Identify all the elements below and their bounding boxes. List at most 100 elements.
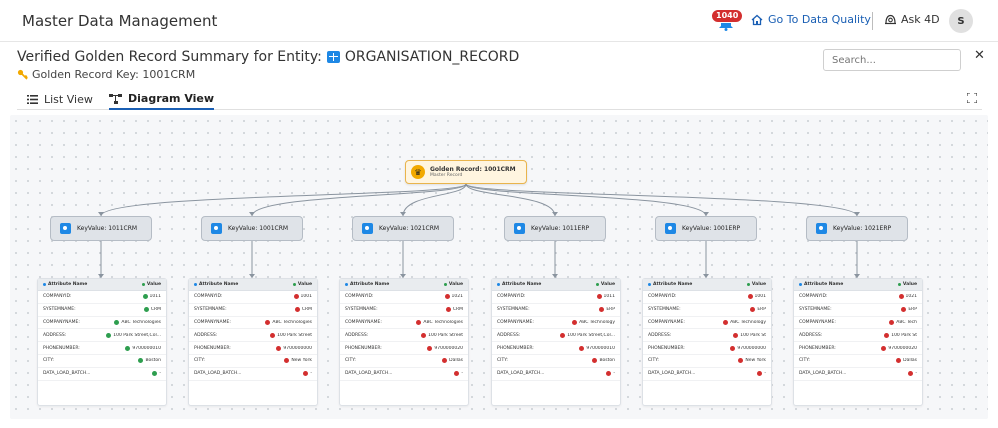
keyvalue-label: KeyValue: 1001CRM <box>228 225 289 232</box>
attribute-value-text: CRM <box>150 307 161 313</box>
search-input[interactable] <box>823 49 961 71</box>
attribute-value-text: - <box>310 371 312 377</box>
mismatch-icon <box>560 332 566 338</box>
value-header: Value <box>141 282 161 287</box>
go-to-data-quality-link[interactable]: Go To Data Quality <box>751 13 871 26</box>
mismatch-icon <box>293 294 299 300</box>
attribute-name: COMPANYID: <box>799 294 828 300</box>
attribute-value-text: - <box>764 371 766 377</box>
ask-4d-button[interactable]: Ask 4D <box>884 13 940 26</box>
header-dot <box>897 283 901 286</box>
attribute-header-label: Attribute Name <box>199 282 239 287</box>
keyvalue-node[interactable]: KeyValue: 1001ERP <box>655 216 757 241</box>
attribute-value-text: 1011 <box>149 294 161 300</box>
table-row: COMPANYID: 1001 <box>643 291 771 304</box>
attribute-table: Attribute Name Value COMPANYID: 1021 SYSTEMN… <box>793 278 923 406</box>
close-icon[interactable]: ✕ <box>974 48 985 63</box>
attribute-name: COMPANYNAME: <box>497 319 534 325</box>
mismatch-icon <box>889 319 895 325</box>
attribute-header-label: Attribute Name <box>48 282 88 287</box>
attribute-header: Attribute Name <box>799 282 843 287</box>
value-header: Value <box>595 282 615 287</box>
value-header-label: Value <box>146 282 161 287</box>
table-row: ADDRESS: 100 Park St <box>643 329 771 343</box>
table-row: COMPANYID: 1021 <box>340 291 468 304</box>
keyvalue-node[interactable]: KeyValue: 1001CRM <box>201 216 303 241</box>
table-row: DATA_LOAD_BATCH... - <box>643 368 771 381</box>
keyvalue-node[interactable]: KeyValue: 1011ERP <box>504 216 606 241</box>
attribute-value: Boston <box>138 358 161 364</box>
keyvalue-node[interactable]: KeyValue: 1021CRM <box>352 216 454 241</box>
attribute-header: Attribute Name <box>497 282 541 287</box>
assistant-icon <box>885 14 896 24</box>
notification-button[interactable]: 1040 <box>711 9 744 33</box>
attribute-value-text: ABC Technologies <box>272 319 312 325</box>
attribute-value: 1021 <box>444 294 463 300</box>
table-row: PHONENUMBER: 9700000010 <box>492 342 620 355</box>
attribute-name: CITY: <box>345 358 356 364</box>
attribute-name: PHONENUMBER: <box>194 345 231 351</box>
attribute-value-text: 100 Park St <box>740 332 766 338</box>
attribute-value: ERP <box>599 307 615 313</box>
mismatch-icon <box>896 358 902 364</box>
mismatch-icon <box>270 332 276 338</box>
attribute-name: SYSTEMNAME: <box>648 307 681 313</box>
header-dot <box>292 283 296 286</box>
attribute-name: SYSTEMNAME: <box>497 307 530 313</box>
table-header: Attribute Name Value <box>340 279 468 291</box>
attribute-value-text: New York <box>291 358 312 364</box>
table-row: SYSTEMNAME: ERP <box>794 304 922 317</box>
attribute-value: 9700000020 <box>427 345 463 351</box>
keyvalue-node[interactable]: KeyValue: 1021ERP <box>806 216 908 241</box>
table-row: PHONENUMBER: 9700000000 <box>189 342 317 355</box>
table-header: Attribute Name Value <box>189 279 317 291</box>
golden-record-subtitle: Master Record <box>430 172 463 178</box>
value-header: Value <box>746 282 766 287</box>
table-row: COMPANYNAME: ABC Technology <box>492 317 620 330</box>
attribute-name: ADDRESS: <box>799 332 823 338</box>
fullscreen-icon[interactable] <box>967 93 977 103</box>
table-row: COMPANYNAME: ABC Tech <box>794 317 922 330</box>
attribute-name: DATA_LOAD_BATCH... <box>799 371 847 377</box>
attribute-name: COMPANYNAME: <box>43 319 80 325</box>
table-row: COMPANYID: 1001 <box>189 291 317 304</box>
attribute-value: 1011 <box>596 294 615 300</box>
attribute-value: 100 Park St <box>884 332 917 338</box>
diagram-canvas[interactable]: ♛ Golden Record: 1001CRM Master Record K… <box>10 115 988 419</box>
attribute-value-text: ERP <box>908 307 917 313</box>
mismatch-icon <box>747 294 753 300</box>
attribute-value-text: Boston <box>145 358 161 364</box>
keyvalue-label: KeyValue: 1021CRM <box>379 225 440 232</box>
attribute-value-text: - <box>613 371 615 377</box>
keyvalue-icon <box>211 223 222 234</box>
tab-list-view[interactable]: List View <box>27 89 93 110</box>
value-header-label: Value <box>751 282 766 287</box>
attribute-value: 100 Park St <box>733 332 766 338</box>
table-row: SYSTEMNAME: ERP <box>492 304 620 317</box>
tab-diagram-view[interactable]: Diagram View <box>109 89 215 110</box>
table-row: CITY: Dallas <box>340 355 468 368</box>
table-row: COMPANYNAME: ABC Technologies <box>340 317 468 330</box>
attribute-value-text: 100 Park Street <box>277 332 312 338</box>
attribute-value: ABC Technology <box>723 319 766 325</box>
mismatch-icon <box>606 371 612 377</box>
home-icon <box>751 14 763 25</box>
mismatch-icon <box>284 358 290 364</box>
mismatch-icon <box>416 319 422 325</box>
attribute-value: ABC Tech <box>889 319 917 325</box>
attribute-name: DATA_LOAD_BATCH... <box>345 371 393 377</box>
table-row: SYSTEMNAME: CRM <box>340 304 468 317</box>
user-avatar[interactable]: S <box>949 9 973 33</box>
keyvalue-node[interactable]: KeyValue: 1011CRM <box>50 216 152 241</box>
top-bar: Master Data Management 1040 Go To Data Q… <box>0 0 998 42</box>
match-icon <box>125 345 131 351</box>
attribute-name: PHONENUMBER: <box>799 345 836 351</box>
attribute-name: DATA_LOAD_BATCH... <box>497 371 545 377</box>
attribute-table: Attribute Name Value COMPANYID: 1011 SYSTEMN… <box>491 278 621 406</box>
golden-record-node[interactable]: ♛ Golden Record: 1001CRM Master Record <box>405 160 527 184</box>
diagram-icon <box>109 93 122 104</box>
value-header: Value <box>443 282 463 287</box>
golden-record-key: Golden Record Key: 1001CRM <box>17 68 195 81</box>
go-to-label: Go To Data Quality <box>768 13 871 26</box>
table-header: Attribute Name Value <box>643 279 771 291</box>
